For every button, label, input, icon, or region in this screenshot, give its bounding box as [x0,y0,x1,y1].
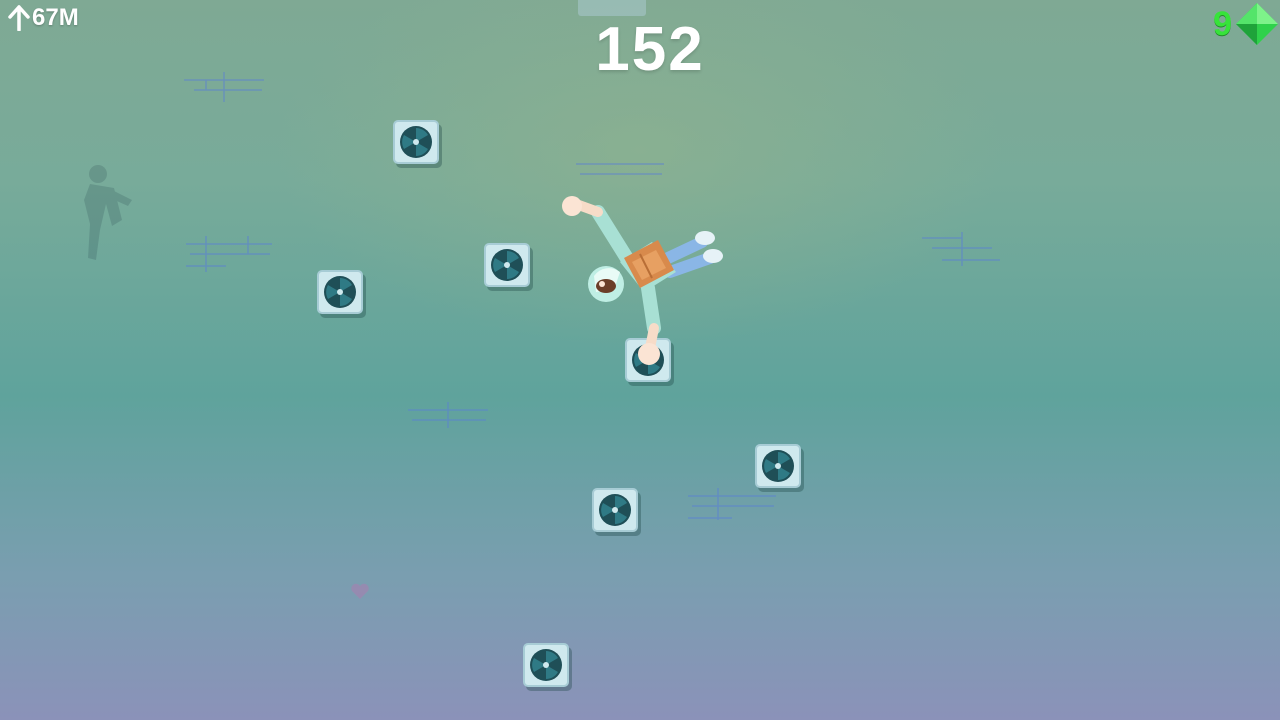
game-scene[interactable]: 67M 152 9 [0,0,1280,720]
wall-crack [408,402,488,428]
wall-crack [688,488,776,520]
fan-hold-icon [400,126,432,158]
climber-head [588,266,624,302]
green-diamond-icon [1236,3,1278,45]
wall-crack [186,236,272,272]
climber-character[interactable] [540,180,740,380]
left-shoe [695,231,715,245]
heart-icon [351,583,369,599]
fan-hold-icon [491,249,523,281]
right-shoe [703,249,723,263]
backpack [624,240,674,288]
gem-counter: 9 [1213,0,1280,48]
left-hand [562,196,582,216]
wall-crack [576,163,664,175]
climbing-hold[interactable] [523,643,569,687]
fan-hold-icon [599,494,631,526]
fan-hold-icon [324,276,356,308]
climbing-hold[interactable] [755,444,801,488]
score-counter: 152 [595,15,705,84]
ghost-climber-silhouette [84,165,132,260]
wall-crack [922,232,1000,266]
fan-hold-icon [762,450,794,482]
fan-hold-icon [530,649,562,681]
climbing-hold[interactable] [484,243,530,287]
climbing-hold[interactable] [592,488,638,532]
gem-count: 9 [1213,4,1232,43]
climbing-hold[interactable] [317,270,363,314]
right-hand [638,343,660,365]
climbing-hold[interactable] [393,120,439,164]
